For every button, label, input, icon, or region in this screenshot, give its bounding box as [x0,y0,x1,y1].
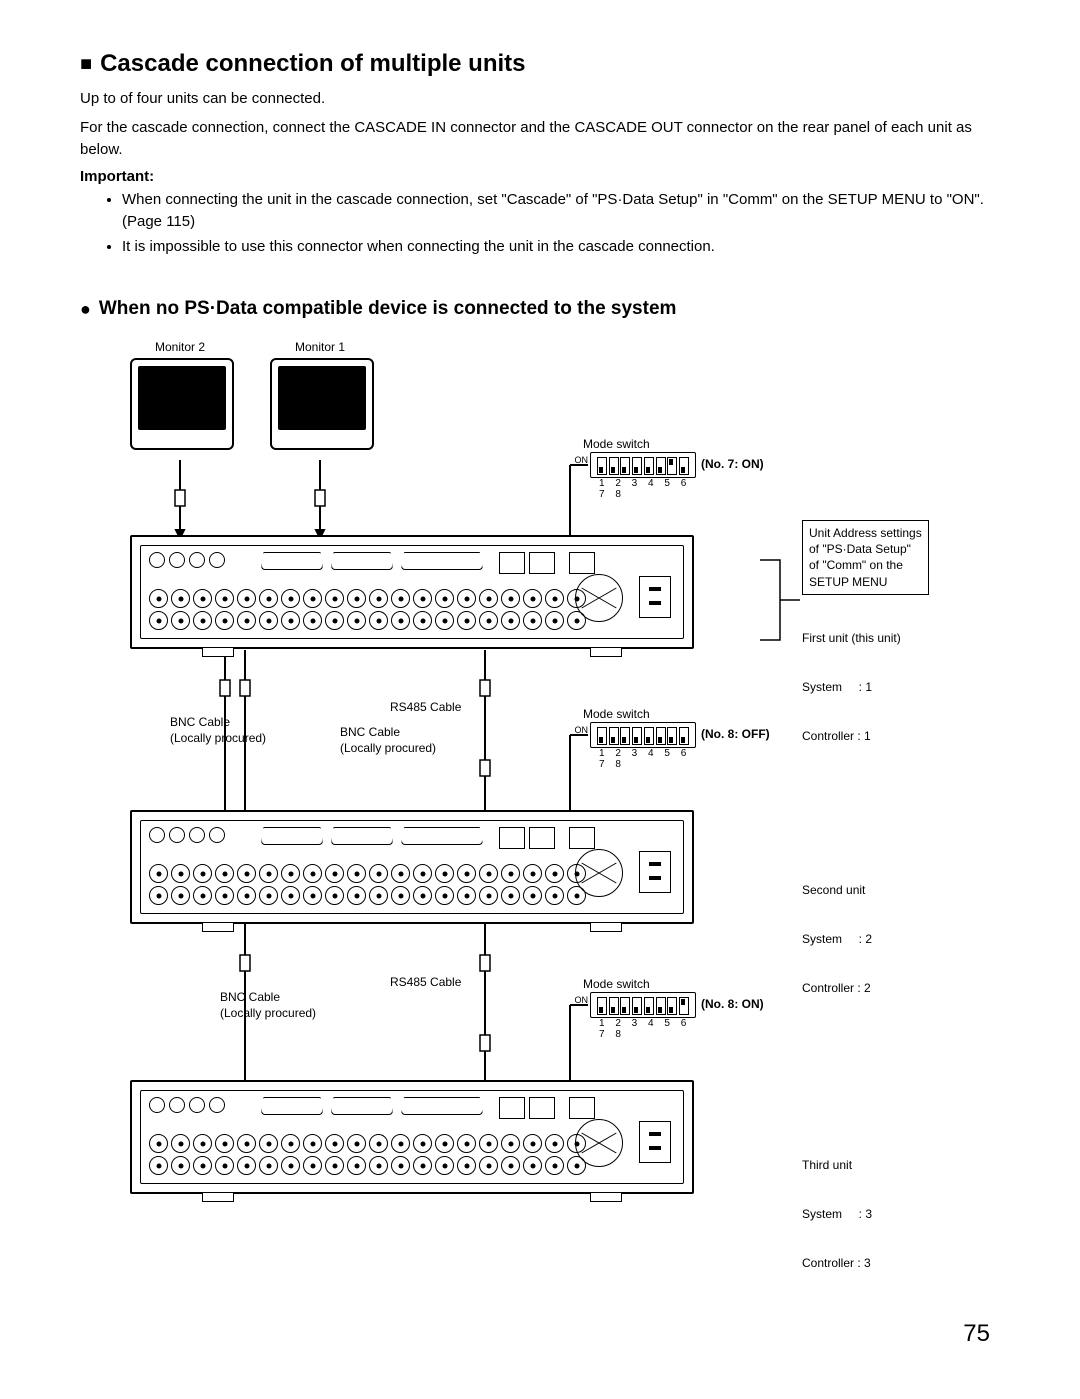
unit-1-info: First unit (this unit) System : 1 Contro… [802,598,901,776]
dip-numbers-2: 1 2 3 4 5 6 7 8 [599,748,695,770]
unit-2-info: Second unit System : 2 Controller : 2 [802,850,872,1028]
monitor-1-icon [270,358,374,450]
section-bullet-icon: ● [80,299,91,320]
unit-2-rear-panel [130,810,694,924]
dip-on-label-3: ON [575,995,589,1005]
mode-switch-1-title: Mode switch [583,437,650,451]
important-label: Important: [80,168,1000,185]
bnc-cable-label-2: BNC Cable (Locally procured) [340,725,436,756]
rs485-cable-label-2: RS485 Cable [390,975,461,991]
dip-note-3: (No. 8: ON) [701,997,764,1011]
dip-on-label-1: ON [575,455,589,465]
unit-3-info: Third unit System : 3 Controller : 3 [802,1125,872,1303]
note-1: When connecting the unit in the cascade … [122,189,1000,234]
dip-numbers-3: 1 2 3 4 5 6 7 8 [599,1018,695,1040]
note-2: It is impossible to use this connector w… [122,236,1000,259]
page-number: 75 [80,1320,1000,1348]
bnc-cable-label-1: BNC Cable (Locally procured) [170,715,266,746]
title-text: Cascade connection of multiple units [100,50,525,78]
rs485-cable-label-1: RS485 Cable [390,700,461,716]
monitor-2-icon [130,358,234,450]
intro-line-2: For the cascade connection, connect the … [80,117,1000,162]
unit-3-rear-panel [130,1080,694,1194]
mode-switch-3: Mode switch ON 1 2 3 4 5 6 7 8 (No. 8: O… [590,992,696,1018]
dip-numbers-1: 1 2 3 4 5 6 7 8 [599,478,695,500]
section-text: When no PS·Data compatible device is con… [99,298,677,320]
dip-on-label-2: ON [575,725,589,735]
unit-1-rear-panel [130,535,694,649]
monitor-2-label: Monitor 2 [130,340,230,354]
mode-switch-3-title: Mode switch [583,977,650,991]
page-title: ■ Cascade connection of multiple units [80,50,1000,78]
dip-note-1: (No. 7: ON) [701,457,764,471]
dip-note-2: (No. 8: OFF) [701,727,770,741]
important-notes: When connecting the unit in the cascade … [80,189,1000,259]
section-heading: ● When no PS·Data compatible device is c… [80,298,1000,320]
intro-line-1: Up to of four units can be connected. [80,88,1000,111]
bnc-cable-label-3: BNC Cable (Locally procured) [220,990,316,1021]
mode-switch-2: Mode switch ON 1 2 3 4 5 6 7 8 (No. 8: O… [590,722,696,748]
monitor-1-label: Monitor 1 [270,340,370,354]
mode-switch-1: Mode switch ON 1 2 3 4 5 6 7 8 (No. 7: O… [590,452,696,478]
address-settings-box: Unit Address settings of "PS·Data Setup"… [802,520,929,595]
connection-diagram: Monitor 2 Monitor 1 Mode switch ON 1 2 3… [90,340,990,1290]
mode-switch-2-title: Mode switch [583,707,650,721]
title-square-icon: ■ [80,54,92,74]
